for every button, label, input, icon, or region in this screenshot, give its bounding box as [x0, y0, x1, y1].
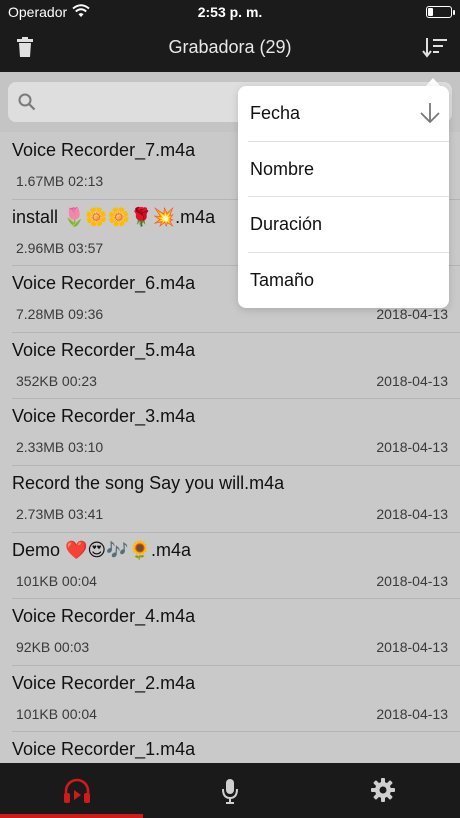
sort-option-tamano[interactable]: Tamaño [248, 253, 449, 309]
recording-title: Voice Recorder_1.m4a [12, 739, 196, 760]
recording-title: Voice Recorder_7.m4a [12, 140, 196, 160]
sort-option-label: Tamaño [250, 269, 315, 290]
recording-title: install 🌷🌼🌼🌹💥.m4a [12, 206, 216, 227]
recording-meta: 92KB 00:03 [16, 639, 90, 656]
page-title: Grabadora (29) [168, 37, 292, 57]
recording-date: 2018-04-13 [376, 439, 448, 456]
list-item[interactable]: Voice Recorder_5.m4a 352KB 00:23 2018-04… [12, 333, 460, 400]
status-bar: Operador 2:53 p. m. [0, 0, 460, 24]
list-item[interactable]: Demo ❤️😍🎶🌻.m4a 101KB 00:04 2018-04-13 [12, 533, 460, 600]
sort-option-nombre[interactable]: Nombre [248, 142, 449, 197]
recording-meta: 7.28MB 09:36 [16, 306, 104, 323]
recording-title: Voice Recorder_3.m4a [12, 406, 196, 427]
list-item[interactable]: Voice Recorder_4.m4a 92KB 00:03 2018-04-… [12, 599, 460, 666]
status-time: 2:53 p. m. [197, 4, 263, 20]
tab-recordings[interactable] [0, 763, 153, 818]
list-item[interactable]: Voice Recorder_3.m4a 2.33MB 03:10 2018-0… [12, 399, 460, 466]
recording-date: 2018-04-13 [376, 572, 448, 589]
recording-date: 2018-04-13 [376, 306, 448, 323]
tab-bar [0, 763, 460, 818]
recording-meta: 2.96MB 03:57 [16, 239, 104, 256]
sort-menu: Fecha Nombre Duración Tamaño [238, 86, 449, 308]
search-icon [18, 93, 36, 116]
list-item[interactable]: Record the song Say you will.m4a 2.73MB … [12, 466, 460, 533]
recording-title: Voice Recorder_2.m4a [12, 672, 196, 693]
sort-option-fecha[interactable]: Fecha [248, 86, 449, 142]
recording-date: 2018-04-13 [376, 505, 448, 522]
recording-title: Voice Recorder_5.m4a [12, 339, 196, 360]
sort-icon[interactable] [422, 36, 448, 58]
recording-title: Record the song Say you will.m4a [12, 472, 285, 493]
recording-meta: 101KB 00:04 [16, 705, 97, 722]
recording-date: 2018-04-13 [376, 372, 448, 389]
recording-title: Voice Recorder_6.m4a [12, 273, 196, 294]
top-bar: Operador 2:53 p. m. Grabadora (29) [0, 0, 460, 72]
recording-meta: 1.67MB 02:13 [16, 173, 104, 189]
tab-settings[interactable] [306, 763, 459, 818]
recording-date: 2018-04-13 [376, 639, 448, 656]
list-item[interactable]: Voice Recorder_1.m4a [12, 732, 460, 763]
recording-meta: 101KB 00:04 [16, 572, 97, 589]
sort-option-label: Duración [250, 214, 323, 234]
arrow-down-icon [419, 101, 441, 130]
list-item[interactable]: Voice Recorder_2.m4a 101KB 00:04 2018-04… [12, 666, 460, 733]
sort-option-duracion[interactable]: Duración [248, 197, 449, 253]
recording-meta: 2.73MB 03:41 [16, 505, 104, 522]
recording-title: Voice Recorder_4.m4a [12, 606, 196, 627]
sort-option-label: Fecha [250, 103, 301, 123]
recording-date: 2018-04-13 [376, 705, 448, 722]
recording-meta: 352KB 00:23 [16, 372, 97, 389]
recording-title: Demo ❤️😍🎶🌻.m4a [12, 539, 192, 560]
sort-option-label: Nombre [250, 158, 315, 179]
active-tab-indicator [0, 814, 143, 818]
tab-record[interactable] [153, 763, 306, 818]
recording-meta: 2.33MB 03:10 [16, 439, 104, 456]
battery-icon [426, 6, 455, 18]
